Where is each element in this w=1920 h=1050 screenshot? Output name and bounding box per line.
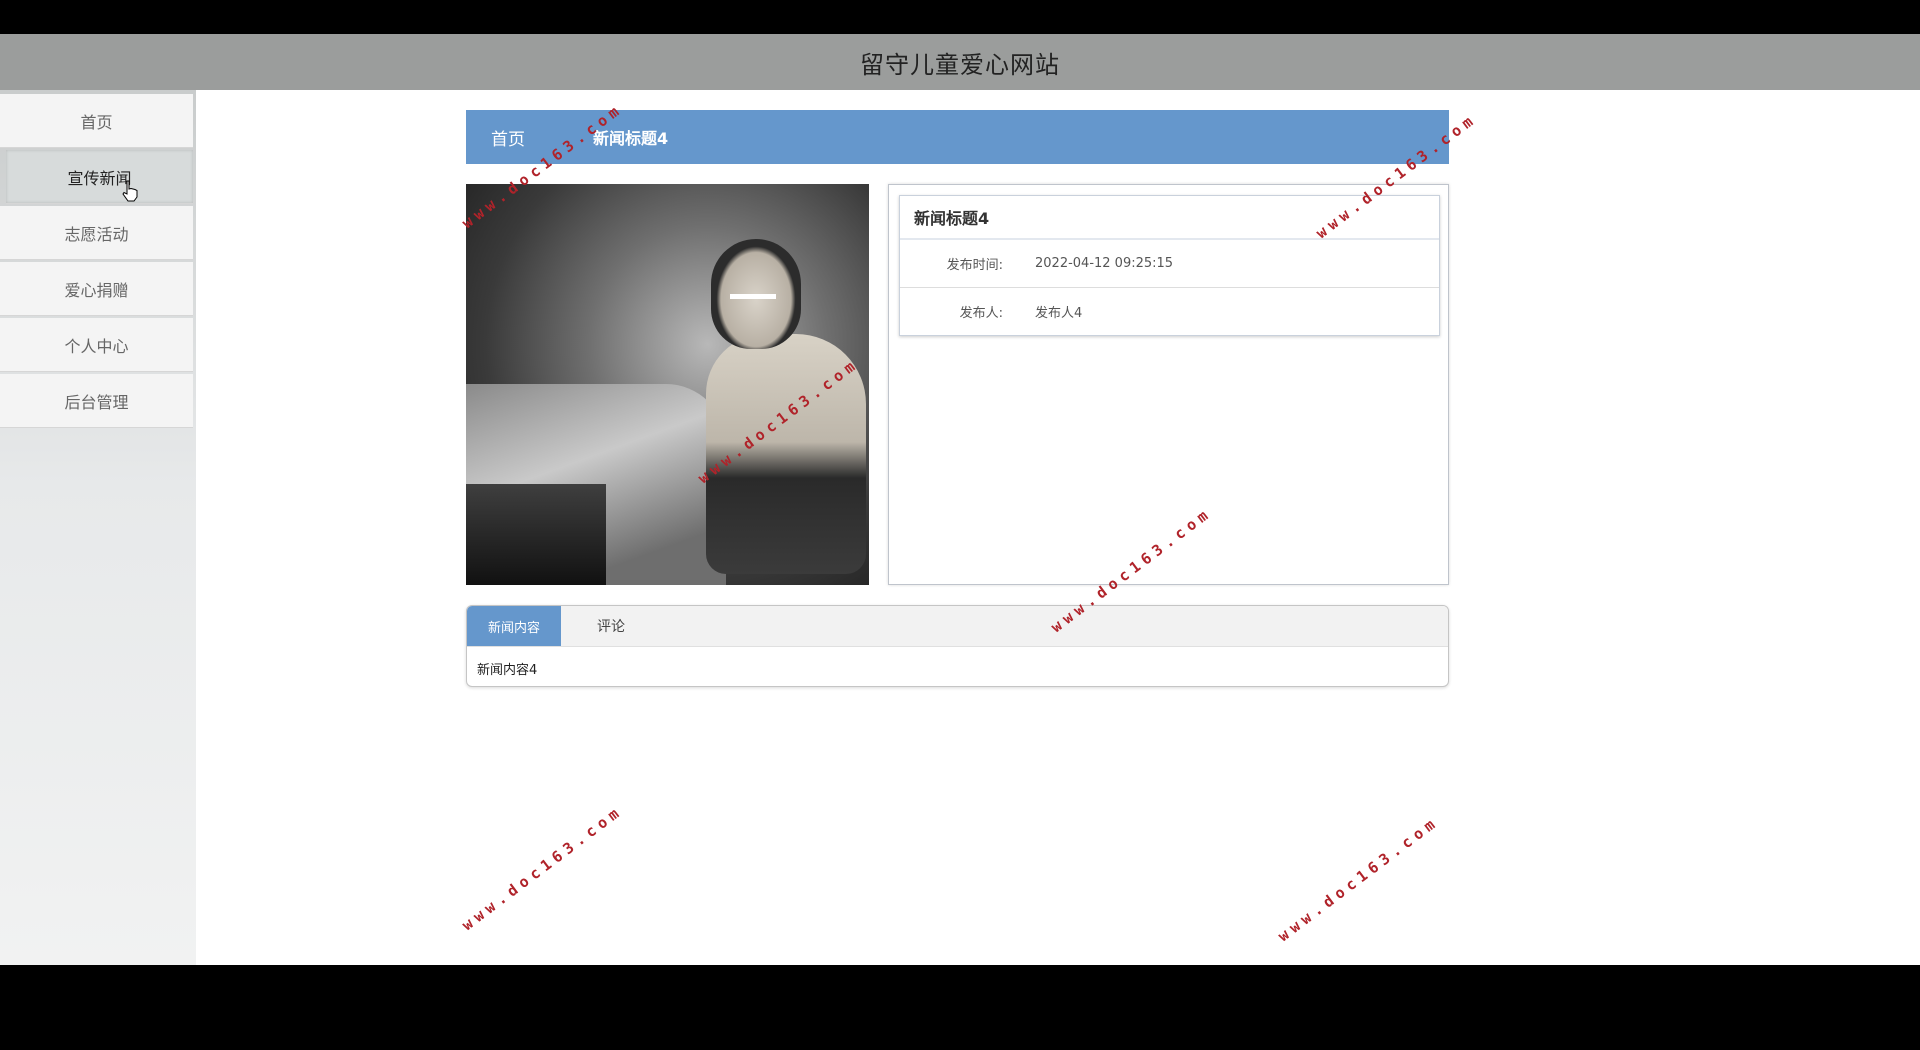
sidebar-item-label: 爱心捐赠 — [64, 280, 129, 300]
sidebar-item-label: 志愿活动 — [64, 224, 129, 244]
tab-content: 新闻内容4 — [477, 663, 538, 678]
sidebar-item-volunteer[interactable]: 志愿活动 — [0, 206, 193, 260]
watermark: www.doc163.com — [458, 801, 627, 935]
publisher-label: 发布人: — [959, 306, 1003, 321]
sidebar-item-profile[interactable]: 个人中心 — [0, 318, 193, 372]
publish-time-row: 发布时间: 2022-04-12 09:25:15 — [900, 240, 1439, 288]
sidebar-item-admin[interactable]: 后台管理 — [0, 374, 193, 428]
publisher-row: 发布人: 发布人4 — [900, 288, 1439, 335]
letterbox-top — [0, 0, 1920, 34]
breadcrumb-home-link[interactable]: 首页 — [491, 125, 525, 150]
sidebar-item-news[interactable]: 宣传新闻 — [6, 150, 193, 204]
sidebar-item-label: 首页 — [80, 112, 113, 132]
publish-time-value: 2022-04-12 09:25:15 — [1035, 256, 1174, 271]
sidebar-item-home[interactable]: 首页 — [0, 94, 193, 148]
site-title: 留守儿童爱心网站 — [860, 50, 1060, 79]
photo-censor-bar — [730, 294, 776, 299]
tab-news-content[interactable]: 新闻内容 — [467, 606, 561, 646]
news-photo — [466, 184, 869, 585]
tab-bar: 新闻内容 评论 — [467, 606, 1448, 647]
sidebar-item-label: 个人中心 — [64, 336, 129, 356]
app-window: 留守儿童爱心网站 首页 宣传新闻 志愿活动 爱心捐赠 个人中心 后台管理 首页 … — [0, 34, 1920, 965]
news-tabs: 新闻内容 评论 新闻内容4 — [466, 605, 1449, 687]
news-info-panel: 新闻标题4 发布时间: 2022-04-12 09:25:15 发布人: 发布人… — [888, 184, 1449, 585]
tab-comments[interactable]: 评论 — [561, 606, 661, 646]
sidebar-item-label: 后台管理 — [64, 392, 129, 412]
site-header: 留守儿童爱心网站 — [0, 34, 1920, 90]
sidebar: 首页 宣传新闻 志愿活动 爱心捐赠 个人中心 后台管理 — [0, 90, 196, 965]
hand-cursor-icon — [122, 180, 138, 202]
letterbox-bottom — [0, 965, 1920, 1050]
sidebar-item-donation[interactable]: 爱心捐赠 — [0, 262, 193, 316]
photo-stool — [466, 484, 606, 585]
watermark: www.doc163.com — [1274, 812, 1443, 946]
publisher-value: 发布人4 — [1035, 306, 1083, 321]
publish-time-label: 发布时间: — [946, 258, 1003, 273]
news-info-card: 新闻标题4 发布时间: 2022-04-12 09:25:15 发布人: 发布人… — [899, 195, 1440, 336]
